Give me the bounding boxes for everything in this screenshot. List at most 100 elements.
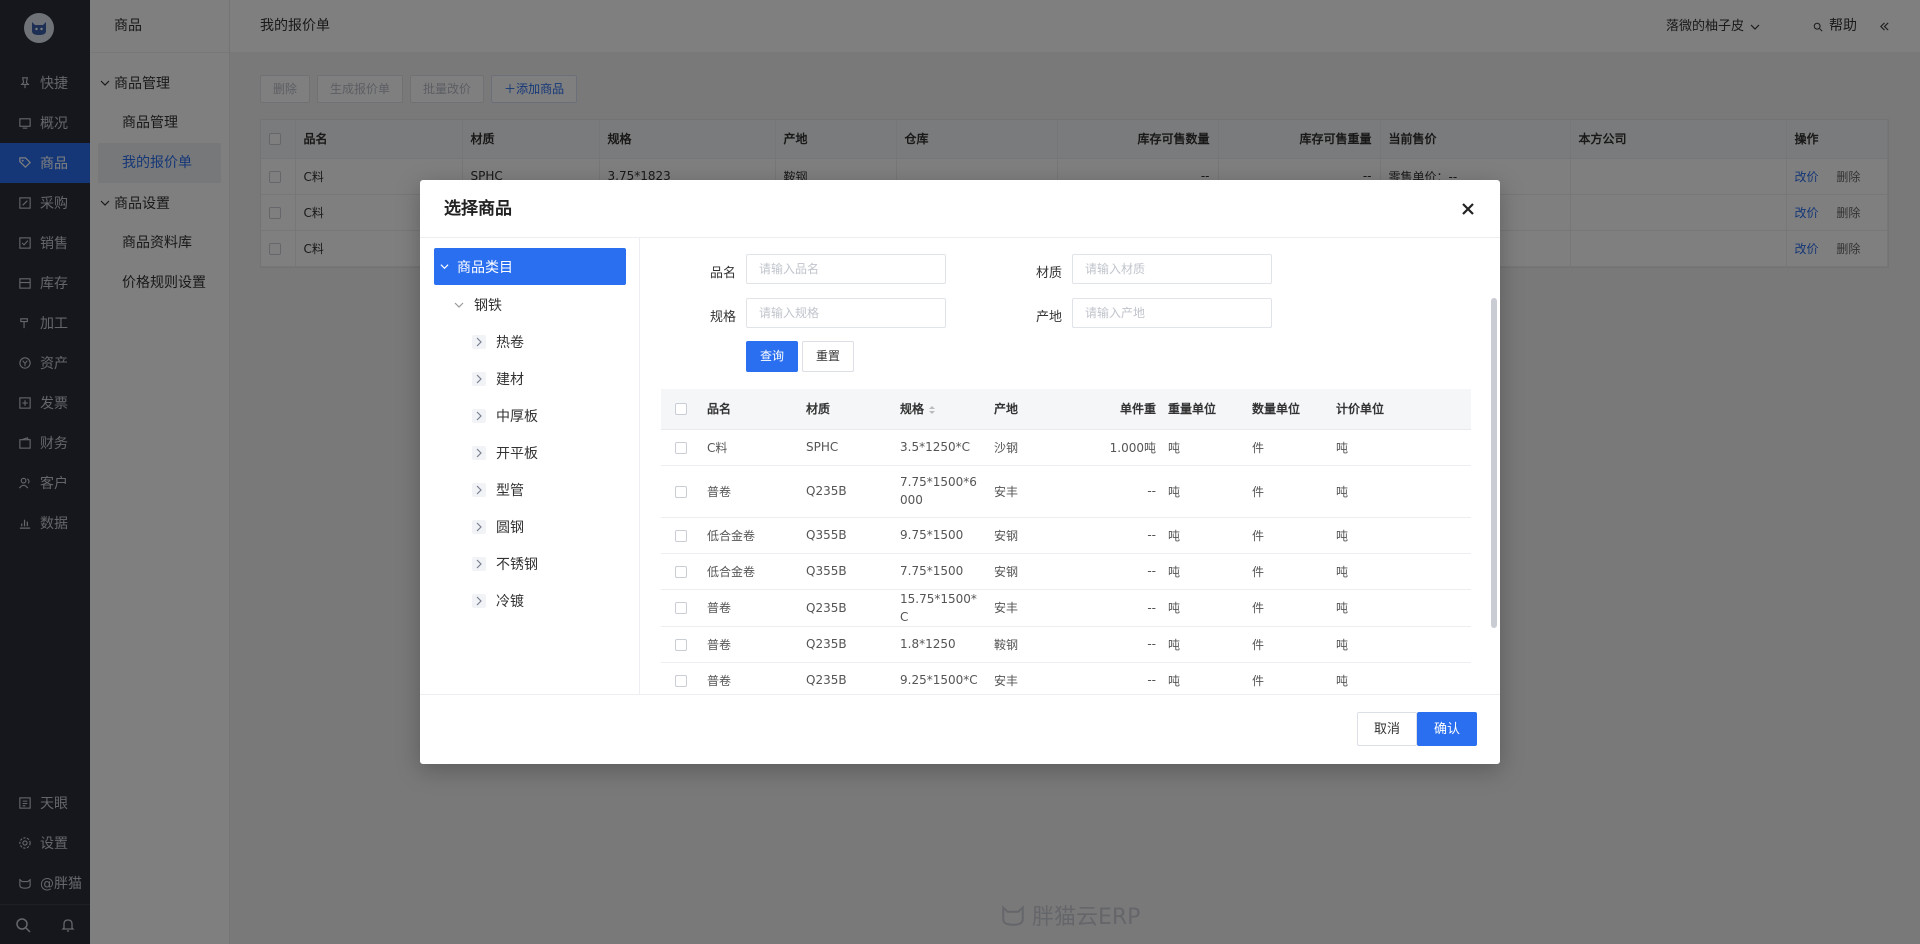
tree-leaf[interactable]: 热卷 (472, 323, 524, 360)
select-all-checkbox[interactable] (675, 403, 687, 416)
row-checkbox[interactable] (675, 565, 687, 578)
col-header: 单件重 (1078, 389, 1162, 430)
table-cell: 普卷 (701, 662, 800, 694)
select-all-cell[interactable] (661, 389, 701, 430)
table-cell: Q235B (800, 626, 894, 663)
name-input[interactable] (746, 254, 946, 284)
cancel-button[interactable]: 取消 (1356, 712, 1417, 746)
table-cell: 吨 (1330, 517, 1471, 554)
chevron-right-icon[interactable] (472, 334, 486, 349)
tree-leaf[interactable]: 圆钢 (472, 508, 524, 545)
table-cell: -- (1078, 662, 1162, 694)
confirm-button[interactable]: 确认 (1416, 712, 1477, 746)
tree-node-steel[interactable]: 钢铁 (454, 286, 502, 323)
col-header-label: 规格 (900, 402, 925, 417)
tree-leaf[interactable]: 中厚板 (472, 397, 538, 434)
chevron-right-icon[interactable] (472, 408, 486, 423)
query-button[interactable]: 查询 (746, 341, 799, 372)
modal-header: 选择商品 (420, 180, 1500, 238)
chevron-right-icon[interactable] (472, 556, 486, 571)
filter-label-material: 材质 (1035, 266, 1062, 281)
tree-leaf[interactable]: 冷镀 (472, 582, 524, 619)
table-row[interactable]: 低合金卷 Q355B 9.75*1500 安钢 -- 吨件吨 (661, 517, 1471, 554)
table-cell: -- (1078, 626, 1162, 663)
row-select-cell[interactable] (661, 553, 701, 590)
table-cell: 安丰 (988, 662, 1078, 694)
table-row[interactable]: 普卷 Q235B 7.75*1500*6000 安丰 -- 吨件吨 (661, 465, 1471, 518)
table-cell: 吨 (1162, 626, 1246, 663)
col-header: 材质 (800, 389, 894, 430)
col-header-spec[interactable]: 规格 (894, 389, 988, 430)
tree-leaf[interactable]: 建材 (472, 360, 524, 397)
row-select-cell[interactable] (661, 429, 701, 466)
table-cell: 低合金卷 (701, 553, 800, 590)
modal-title: 选择商品 (444, 199, 512, 219)
row-checkbox[interactable] (675, 602, 687, 614)
row-checkbox[interactable] (675, 485, 687, 498)
table-row[interactable]: 普卷 Q235B 15.75*1500*C 安丰 -- 吨件吨 (661, 589, 1471, 627)
chevron-right-icon[interactable] (472, 519, 486, 534)
table-cell: 件 (1246, 517, 1330, 554)
table-cell: 7.75*1500*6000 (894, 465, 988, 518)
close-icon[interactable] (1458, 199, 1478, 219)
row-select-cell[interactable] (661, 662, 701, 694)
table-cell: 安钢 (988, 517, 1078, 554)
row-checkbox[interactable] (675, 441, 687, 454)
chevron-down-icon (454, 302, 464, 308)
sort-icon[interactable] (928, 405, 936, 415)
table-cell: 安丰 (988, 465, 1078, 518)
tree-leaf-label: 建材 (496, 371, 524, 388)
col-header: 重量单位 (1162, 389, 1246, 430)
origin-input[interactable] (1072, 298, 1272, 328)
tree-leaf-label: 开平板 (496, 445, 538, 462)
tree-leaf-label: 圆钢 (496, 519, 524, 536)
table-cell: 15.75*1500*C (894, 589, 988, 627)
reset-button[interactable]: 重置 (802, 341, 855, 372)
table-row[interactable]: C料 SPHC 3.5*1250*C 沙钢 1.000吨吨件吨 (661, 429, 1471, 466)
tree-root-label: 商品类目 (457, 259, 513, 276)
table-cell: 低合金卷 (701, 517, 800, 554)
table-cell: Q235B (800, 465, 894, 518)
row-checkbox[interactable] (675, 638, 687, 651)
table-cell: 安丰 (988, 589, 1078, 627)
chevron-right-icon[interactable] (472, 482, 486, 497)
row-select-cell[interactable] (661, 589, 701, 627)
chevron-right-icon[interactable] (472, 593, 486, 608)
tree-leaf-label: 冷镀 (496, 593, 524, 610)
product-table: 品名 材质 规格 产地 单件重 重量单位 数量单位 计价单位 C料 SPHC 3.5… (661, 389, 1471, 694)
table-row[interactable]: 低合金卷 Q355B 7.75*1500 安钢 -- 吨件吨 (661, 553, 1471, 590)
modal-scrollbar[interactable] (1491, 298, 1497, 628)
tree-leaf-label: 不锈钢 (496, 556, 538, 573)
table-cell: Q355B (800, 517, 894, 554)
table-cell: 件 (1246, 465, 1330, 518)
table-cell: 件 (1246, 662, 1330, 694)
table-cell: Q235B (800, 589, 894, 627)
col-header: 计价单位 (1330, 389, 1471, 430)
tree-leaf[interactable]: 型管 (472, 471, 524, 508)
chevron-right-icon[interactable] (472, 371, 486, 386)
table-row[interactable]: 普卷 Q235B 9.25*1500*C 安丰 -- 吨件吨 (661, 662, 1471, 694)
row-checkbox[interactable] (675, 674, 687, 687)
table-cell: 件 (1246, 429, 1330, 466)
table-cell: -- (1078, 465, 1162, 518)
table-cell: 吨 (1162, 589, 1246, 627)
chevron-right-icon[interactable] (472, 445, 486, 460)
table-cell: 普卷 (701, 626, 800, 663)
table-cell: -- (1078, 589, 1162, 627)
table-cell: 件 (1246, 589, 1330, 627)
product-search-panel: 品名 材质 规格 产地 查询 重置 品名 (641, 238, 1486, 694)
row-select-cell[interactable] (661, 465, 701, 518)
table-cell: 吨 (1162, 553, 1246, 590)
row-select-cell[interactable] (661, 626, 701, 663)
table-cell: 吨 (1162, 465, 1246, 518)
filter-label-spec: 规格 (709, 310, 736, 325)
row-select-cell[interactable] (661, 517, 701, 554)
table-cell: 安钢 (988, 553, 1078, 590)
material-input[interactable] (1072, 254, 1272, 284)
tree-leaf[interactable]: 不锈钢 (472, 545, 538, 582)
row-checkbox[interactable] (675, 529, 687, 542)
spec-input[interactable] (746, 298, 946, 328)
table-row[interactable]: 普卷 Q235B 1.8*1250 鞍钢 -- 吨件吨 (661, 626, 1471, 663)
tree-root-category[interactable]: 商品类目 (434, 248, 626, 285)
tree-leaf[interactable]: 开平板 (472, 434, 538, 471)
